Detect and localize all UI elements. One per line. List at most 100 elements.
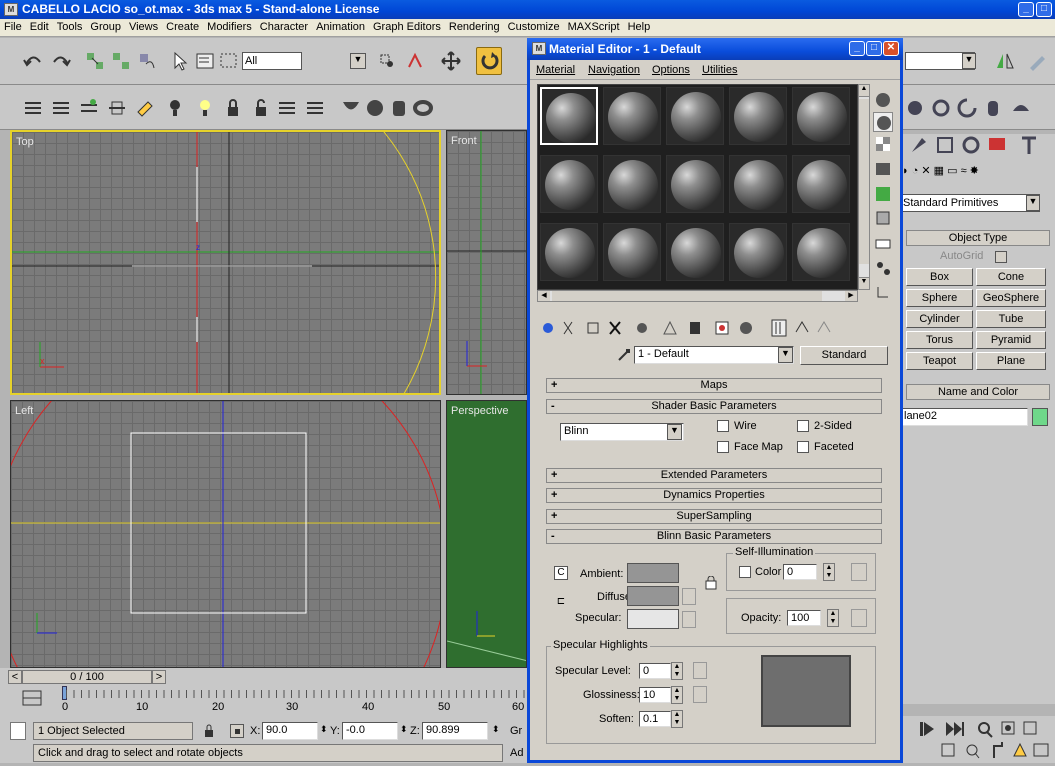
utilities-panel-icon[interactable] [1010,97,1032,119]
geometry-icon[interactable]: ◗ ◔ ✕ ▦ ▭ ≈ ✸ [902,165,979,177]
space-warp-icon[interactable] [50,97,72,119]
undo-icon[interactable] [22,50,44,72]
rotate-icon[interactable] [476,47,502,75]
systems-icon[interactable] [78,97,100,119]
sample-slot-12[interactable] [603,223,661,281]
supersampling-rollout[interactable]: + SuperSampling [546,509,882,524]
selection-lock-icon[interactable] [202,724,216,738]
create-cameras-icon[interactable] [986,134,1008,156]
specular-level-map-button[interactable] [693,662,707,679]
minimize-button[interactable]: _ [1018,2,1034,17]
select-by-name-icon[interactable] [194,50,216,72]
material-toolbar-icons[interactable] [540,318,896,338]
glossiness-field[interactable]: 10 [639,687,671,703]
video-color-check-icon[interactable] [873,184,893,204]
paint-icon[interactable] [134,97,156,119]
material-editor-titlebar[interactable]: M Material Editor - 1 - Default _ □ ✕ [527,38,903,60]
sample-slot-10[interactable] [792,155,850,213]
select-by-material-icon[interactable] [873,258,893,278]
box-button[interactable]: Box [906,268,973,286]
specular-level-spinner[interactable]: ▲ ▼ [671,662,683,680]
diffuse-color-swatch[interactable] [627,586,679,606]
helpers-icon[interactable] [22,97,44,119]
create-shapes-icon[interactable] [934,134,956,156]
pick-material-icon[interactable] [616,347,632,363]
redo-icon[interactable] [50,50,72,72]
menu-options[interactable]: Options [652,64,690,76]
align-icon[interactable] [1026,50,1048,72]
material-minimize-button[interactable]: _ [849,41,865,56]
sample-slot-6[interactable] [540,155,598,213]
x-coordinate-field[interactable]: 90.0 [262,722,318,740]
self-illum-value-field[interactable]: 0 [783,564,817,580]
background-icon[interactable] [873,134,893,154]
time-next-button[interactable]: > [152,670,166,684]
chevron-down-icon[interactable]: ▼ [778,347,793,363]
viewport-front[interactable]: Front [446,130,527,395]
lock-icon[interactable] [222,97,244,119]
options-icon[interactable] [873,234,893,254]
blinn-basic-rollout[interactable]: - Blinn Basic Parameters [546,529,882,544]
cone-button[interactable]: Cone [976,268,1046,286]
track-bar-icon[interactable] [20,688,44,708]
z-spinner-icon[interactable]: ⬍ [492,724,500,735]
layers-icon[interactable] [276,97,298,119]
opacity-field[interactable]: 100 [787,610,821,626]
chevron-down-icon[interactable]: ▼ [962,53,976,69]
self-illum-color-checkbox[interactable] [739,566,751,578]
move-icon[interactable] [440,50,462,72]
opacity-spinner[interactable]: ▲ ▼ [827,609,839,627]
cylinder-shape-icon[interactable] [388,97,410,119]
unlink-icon[interactable] [110,50,132,72]
display-panel-icon[interactable] [982,97,1004,119]
menu-material[interactable]: Material [536,64,575,76]
z-coordinate-field[interactable]: 90.899 [422,722,488,740]
menu-navigation[interactable]: Navigation [588,64,640,76]
menu-character[interactable]: Character [256,19,312,33]
bind-space-warp-icon[interactable] [136,50,158,72]
sample-slot-13[interactable] [666,223,724,281]
sample-slot-7[interactable] [603,155,661,213]
menu-group[interactable]: Group [86,19,125,33]
material-map-navigator-icon[interactable] [873,282,893,302]
viewport-top[interactable]: Top z x [10,130,441,395]
menu-graph-editors[interactable]: Graph Editors [369,19,445,33]
teapot-button[interactable]: Teapot [906,352,973,370]
hierarchy-panel-icon[interactable] [930,97,952,119]
sample-slot-11[interactable] [540,223,598,281]
specular-map-button[interactable] [682,611,696,628]
mirror-icon[interactable] [994,50,1016,72]
menu-views[interactable]: Views [125,19,162,33]
y-spinner-icon[interactable]: ⬍ [400,724,408,735]
extended-parameters-rollout[interactable]: + Extended Parameters [546,468,882,483]
face-map-checkbox[interactable] [717,441,729,453]
sample-slot-3[interactable] [666,87,724,145]
maxscript-listener[interactable] [10,722,26,740]
object-category-dropdown[interactable]: Standard Primitives [900,194,1040,212]
plane-button[interactable]: Plane [976,352,1046,370]
wire-checkbox[interactable] [717,420,729,432]
tube-button[interactable]: Tube [976,310,1046,328]
layer-manager-icon[interactable] [304,97,326,119]
chevron-down-icon[interactable]: ▼ [350,53,366,69]
specular-color-swatch[interactable] [627,609,679,629]
object-name-field[interactable]: lane02 [900,408,1028,426]
lock-diffuse-specular-icon[interactable]: ⊏ [554,596,568,610]
create-geometry-icon[interactable] [908,134,930,156]
glossiness-spinner[interactable]: ▲ ▼ [671,686,683,704]
menu-maxscript[interactable]: MAXScript [564,19,624,33]
y-coordinate-field[interactable]: -0.0 [342,722,398,740]
viewport-perspective[interactable]: Perspective [446,400,527,668]
soften-spinner[interactable]: ▲ ▼ [671,710,683,728]
material-type-button[interactable]: Standard [800,346,888,365]
select-object-icon[interactable] [168,50,190,72]
glossiness-map-button[interactable] [693,686,707,703]
sample-slot-9[interactable] [729,155,787,213]
menu-rendering[interactable]: Rendering [445,19,504,33]
material-close-button[interactable]: ✕ [883,41,899,56]
shader-type-dropdown[interactable]: Blinn [560,423,684,441]
lock-ambient-diffuse-icon[interactable]: C [554,566,568,580]
geosphere-button[interactable]: GeoSphere [976,289,1046,307]
soften-field[interactable]: 0.1 [639,711,671,727]
menu-edit[interactable]: Edit [26,19,53,33]
